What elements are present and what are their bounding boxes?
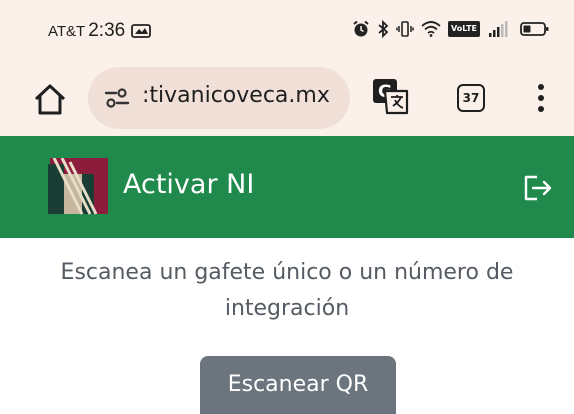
wifi-icon (421, 21, 441, 37)
vibrate-icon (396, 21, 414, 37)
site-settings-icon[interactable] (104, 87, 130, 109)
translate-icon: G (373, 79, 409, 115)
signal-icon (489, 21, 508, 37)
home-icon (34, 84, 66, 115)
logo (48, 158, 108, 215)
logout-button[interactable] (523, 174, 553, 206)
home-button[interactable] (30, 80, 70, 120)
more-menu-button[interactable] (536, 82, 546, 118)
tab-switcher-button[interactable]: 37 (457, 84, 485, 112)
scan-qr-button[interactable]: Escanear QR (200, 356, 396, 414)
status-right: VoLTE (352, 20, 550, 38)
carrier-label: AT&T (48, 22, 86, 40)
alarm-icon (353, 20, 369, 37)
bluetooth-icon (378, 20, 389, 38)
clock: 2:36 (88, 20, 126, 41)
battery-icon (520, 22, 549, 36)
instruction-text: Escanea un gafete único o un número de i… (60, 260, 514, 321)
status-bar: AT&T 2:36 VoLTE (0, 0, 574, 62)
browser-toolbar: :tivanicoveca.mx G 37 (0, 62, 574, 136)
app-header: Activar NI (0, 136, 574, 238)
url-text[interactable]: :tivanicoveca.mx (142, 83, 342, 108)
translate-button[interactable]: G (372, 78, 410, 120)
app-title: Activar NI (123, 169, 255, 200)
logout-icon (524, 175, 552, 201)
address-bar[interactable]: :tivanicoveca.mx (88, 67, 350, 129)
notification-icon (131, 24, 152, 38)
more-menu-icon (538, 84, 544, 112)
status-left: AT&T 2:36 (48, 20, 153, 42)
volte-badge: VoLTE (448, 21, 480, 37)
